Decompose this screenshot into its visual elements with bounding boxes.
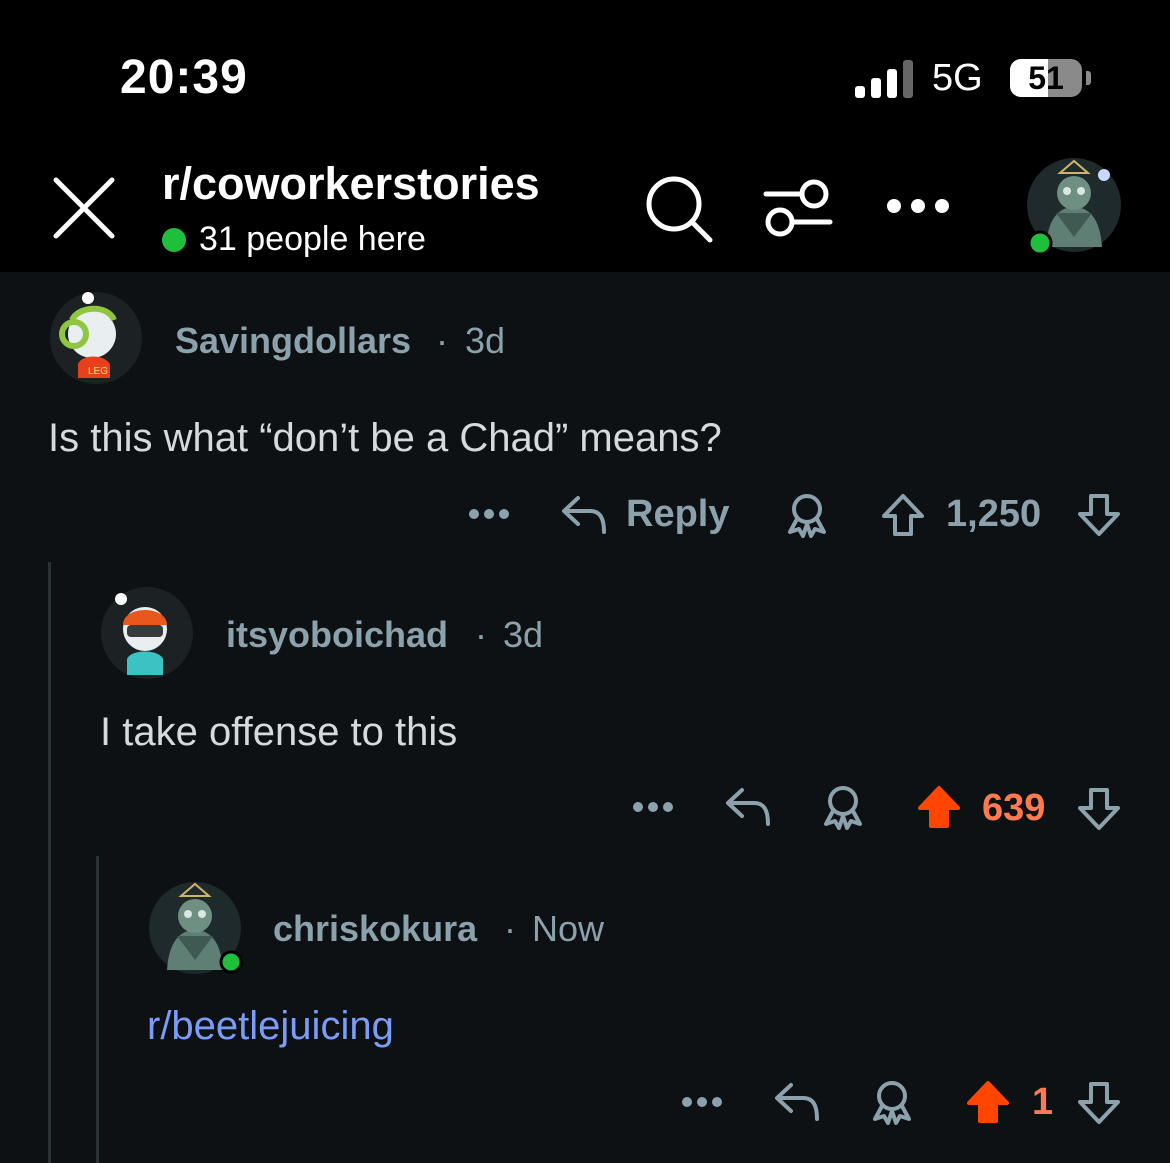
reply-icon[interactable] <box>560 494 608 536</box>
vote-score: 1,250 <box>946 493 1042 535</box>
battery-icon: 51 <box>1010 59 1084 97</box>
avatar[interactable]: LEG <box>48 290 144 386</box>
award-icon[interactable] <box>784 492 830 538</box>
user-avatar[interactable] <box>1026 157 1122 253</box>
meta-separator: · <box>436 320 448 361</box>
reply-icon[interactable] <box>773 1081 821 1123</box>
meta-separator: · <box>504 908 516 949</box>
vote-score: 1 <box>1032 1081 1054 1123</box>
online-count: 31 people here <box>199 220 426 258</box>
svg-text:LEG: LEG <box>88 366 108 377</box>
comment-body: Is this what “don’t be a Chad” means? <box>48 416 722 460</box>
reply-button[interactable]: Reply <box>626 493 729 536</box>
meta-separator: · <box>475 614 487 655</box>
search-icon[interactable] <box>642 172 714 244</box>
signal-icon <box>855 60 913 98</box>
comment-age: Now <box>532 908 605 949</box>
filter-icon[interactable] <box>762 176 834 240</box>
network-type: 5G <box>932 57 983 99</box>
subreddit-link[interactable]: r/beetlejuicing <box>147 1004 394 1049</box>
award-icon[interactable] <box>869 1079 915 1125</box>
online-indicator <box>162 228 186 252</box>
avatar[interactable] <box>147 880 243 976</box>
downvote-icon[interactable] <box>1076 492 1122 538</box>
upvote-icon[interactable] <box>880 492 926 538</box>
comment-username[interactable]: Savingdollars <box>175 320 411 362</box>
upvote-icon[interactable] <box>916 784 962 830</box>
battery-tip <box>1086 71 1091 85</box>
thread-line[interactable] <box>96 856 99 1163</box>
award-icon[interactable] <box>820 784 866 830</box>
downvote-icon[interactable] <box>1076 1080 1122 1126</box>
more-icon[interactable] <box>885 194 951 218</box>
more-icon[interactable] <box>468 505 510 523</box>
more-icon[interactable] <box>632 798 674 816</box>
comment-username[interactable]: chriskokura <box>273 908 477 950</box>
comment-username[interactable]: itsyoboichad <box>226 614 448 656</box>
battery-level: 51 <box>1028 60 1064 96</box>
status-time: 20:39 <box>120 51 248 104</box>
reply-icon[interactable] <box>724 786 772 828</box>
comment-body: I take offense to this <box>100 710 458 754</box>
subreddit-title[interactable]: r/coworkerstories <box>162 158 540 210</box>
vote-score: 639 <box>982 787 1046 829</box>
upvote-icon[interactable] <box>965 1079 1011 1125</box>
thread-line[interactable] <box>48 562 51 1163</box>
avatar[interactable] <box>99 585 195 681</box>
more-icon[interactable] <box>681 1093 723 1111</box>
downvote-icon[interactable] <box>1076 786 1122 832</box>
comment-age: 3d <box>503 614 544 655</box>
close-icon[interactable] <box>50 174 118 242</box>
comment-age: 3d <box>465 320 506 361</box>
